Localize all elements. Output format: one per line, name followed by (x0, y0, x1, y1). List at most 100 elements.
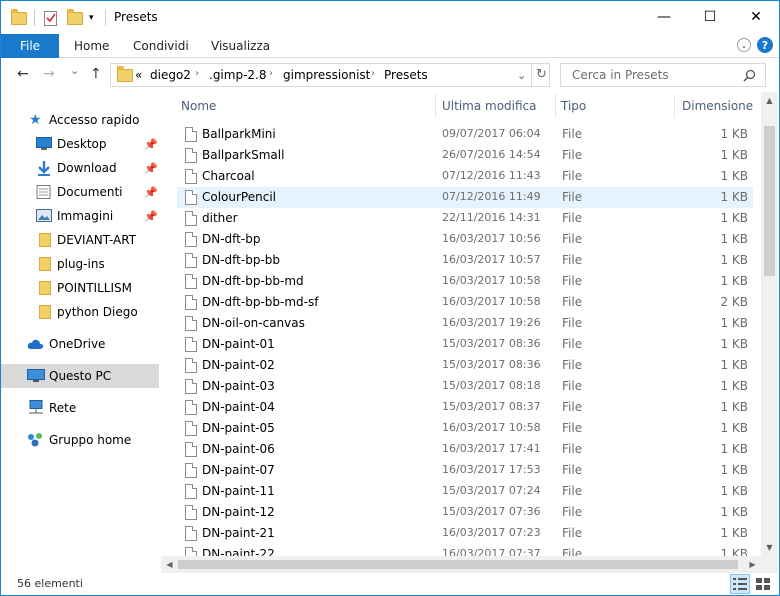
sidebar-item-pointillism[interactable]: POINTILLISM (1, 276, 159, 300)
file-size: 1 KB (720, 421, 748, 435)
address-dropdown-icon[interactable]: ⌄ (517, 69, 526, 82)
breadcrumb-diego2[interactable]: diego2 (150, 68, 191, 82)
help-icon[interactable]: ? (757, 37, 773, 53)
scroll-right-icon[interactable]: ▶ (744, 556, 761, 573)
scroll-down-icon[interactable]: ▼ (761, 539, 778, 556)
address-folder-icon (117, 66, 133, 82)
column-header-size[interactable]: Dimensione (682, 99, 753, 113)
sidebar-item-documents[interactable]: Documenti 📌 (1, 180, 159, 204)
pin-icon[interactable]: 📌 (144, 210, 158, 223)
recent-locations-button[interactable]: ⌄ (70, 64, 79, 77)
file-size: 1 KB (720, 211, 748, 225)
file-size: 1 KB (720, 463, 748, 477)
search-box[interactable]: Cerca in Presets (560, 63, 766, 87)
file-icon (185, 169, 197, 184)
breadcrumb-separator-icon[interactable]: › (269, 68, 273, 79)
sidebar-item-python-diego[interactable]: python Diego (1, 300, 159, 324)
sidebar-label: Documenti (57, 185, 123, 199)
sidebar-item-network[interactable]: Rete (1, 396, 159, 420)
file-name: DN-dft-bp-bb-md (202, 274, 304, 288)
breadcrumb-separator-icon[interactable]: › (371, 68, 375, 79)
file-row[interactable]: Charcoal 07/12/2016 11:43 File 1 KB (177, 166, 753, 187)
file-row[interactable]: DN-oil-on-canvas 16/03/2017 19:26 File 1 KB (177, 313, 753, 334)
pin-icon[interactable]: 📌 (144, 186, 158, 199)
sidebar-item-onedrive[interactable]: OneDrive (1, 332, 159, 356)
address-bar[interactable]: « diego2 › .gimp-2.8 › gimpressionist › … (110, 63, 550, 87)
file-modified: 16/03/2017 10:58 (442, 421, 541, 434)
pin-icon[interactable]: 📌 (144, 162, 158, 175)
column-header-modified[interactable]: Ultima modifica (442, 99, 537, 113)
sidebar-item-deviant-art[interactable]: DEVIANT-ART (1, 228, 159, 252)
close-button[interactable]: ✕ (733, 1, 779, 33)
file-icon (185, 526, 197, 541)
file-row[interactable]: BallparkSmall 26/07/2016 14:54 File 1 KB (177, 145, 753, 166)
large-icons-view-button[interactable] (753, 574, 773, 594)
tab-view[interactable]: Visualizza (211, 39, 270, 53)
file-row[interactable]: DN-paint-21 16/03/2017 07:23 File 1 KB (177, 523, 753, 544)
tab-share[interactable]: Condividi (133, 39, 189, 53)
search-icon[interactable] (743, 69, 756, 82)
sidebar-item-pictures[interactable]: Immagini 📌 (1, 204, 159, 228)
column-header-type[interactable]: Tipo (561, 99, 586, 113)
sidebar-item-plug-ins[interactable]: plug-ins (1, 252, 159, 276)
breadcrumb-gimp[interactable]: .gimp-2.8 (209, 68, 267, 82)
refresh-icon[interactable]: ↻ (536, 67, 547, 82)
breadcrumb-presets[interactable]: Presets (384, 68, 428, 82)
sidebar-item-quick-access[interactable]: ★ Accesso rapido (1, 108, 159, 132)
scroll-left-icon[interactable]: ◀ (161, 556, 178, 573)
properties-icon[interactable] (44, 9, 58, 27)
horizontal-scroll-thumb[interactable] (178, 560, 738, 569)
vertical-scrollbar[interactable]: ▲ ▼ (761, 92, 778, 556)
file-row[interactable]: DN-paint-12 15/03/2017 07:36 File 1 KB (177, 502, 753, 523)
sidebar-label: Immagini (57, 209, 114, 223)
customize-toolbar-icon[interactable]: ▾ (89, 9, 94, 27)
forward-button[interactable]: → (43, 66, 55, 82)
file-row[interactable]: DN-dft-bp-bb-md-sf 16/03/2017 10:58 File 2 … (177, 292, 753, 313)
column-header-row: ^ Nome Ultima modifica Tipo Dimensione (161, 92, 761, 120)
file-row[interactable]: DN-dft-bp-bb 16/03/2017 10:57 File 1 KB (177, 250, 753, 271)
tab-file[interactable]: File (1, 34, 59, 58)
file-row[interactable]: DN-paint-02 15/03/2017 08:36 File 1 KB (177, 355, 753, 376)
file-row[interactable]: DN-paint-07 16/03/2017 17:53 File 1 KB (177, 460, 753, 481)
file-type: File (562, 295, 583, 309)
file-row[interactable]: BallparkMini 09/07/2017 06:04 File 1 KB (177, 124, 753, 145)
file-modified: 09/07/2017 06:04 (442, 127, 541, 140)
up-button[interactable]: ↑ (90, 66, 102, 82)
sidebar-item-download[interactable]: Download 📌 (1, 156, 159, 180)
details-view-button[interactable] (730, 574, 750, 594)
file-modified: 15/03/2017 08:36 (442, 337, 541, 350)
item-count: 56 elementi (17, 577, 83, 590)
sidebar-item-homegroup[interactable]: Gruppo home (1, 428, 159, 452)
file-row[interactable]: DN-dft-bp-bb-md 16/03/2017 10:58 File 1 KB (177, 271, 753, 292)
file-modified: 26/07/2016 14:54 (442, 148, 541, 161)
vertical-scroll-thumb[interactable] (764, 126, 775, 276)
file-row[interactable]: DN-paint-11 15/03/2017 07:24 File 1 KB (177, 481, 753, 502)
horizontal-scrollbar[interactable]: ◀ ▶ (161, 556, 761, 573)
tab-home[interactable]: Home (74, 39, 109, 53)
minimize-button[interactable]: — (641, 1, 687, 33)
file-row[interactable]: DN-paint-06 16/03/2017 17:41 File 1 KB (177, 439, 753, 460)
file-name: DN-paint-07 (202, 463, 275, 477)
search-input[interactable]: Cerca in Presets (572, 68, 669, 82)
expand-ribbon-icon[interactable]: ⌄ (737, 38, 751, 52)
sidebar-item-desktop[interactable]: Desktop 📌 (1, 132, 159, 156)
new-folder-icon[interactable] (67, 8, 83, 27)
breadcrumb-gimpressionist[interactable]: gimpressionist (283, 68, 370, 82)
maximize-button[interactable]: ☐ (687, 1, 733, 33)
pin-icon[interactable]: 📌 (144, 138, 158, 151)
file-row[interactable]: DN-paint-22 16/03/2017 07:37 File 1 KB (177, 544, 753, 556)
scroll-up-icon[interactable]: ▲ (761, 92, 778, 109)
file-row[interactable]: DN-paint-01 15/03/2017 08:36 File 1 KB (177, 334, 753, 355)
back-button[interactable]: ← (17, 66, 29, 82)
file-row[interactable]: DN-paint-03 15/03/2017 08:18 File 1 KB (177, 376, 753, 397)
breadcrumb-separator-icon[interactable]: › (195, 68, 199, 79)
sidebar-item-this-pc[interactable]: Questo PC (1, 364, 159, 388)
file-row[interactable]: DN-paint-05 16/03/2017 10:58 File 1 KB (177, 418, 753, 439)
file-icon (185, 484, 197, 499)
file-row[interactable]: dither 22/11/2016 14:31 File 1 KB (177, 208, 753, 229)
breadcrumb-overflow[interactable]: « (135, 68, 142, 82)
file-row[interactable]: ColourPencil 07/12/2016 11:49 File 1 KB (177, 187, 753, 208)
file-row[interactable]: DN-paint-04 15/03/2017 08:37 File 1 KB (177, 397, 753, 418)
file-row[interactable]: DN-dft-bp 16/03/2017 10:56 File 1 KB (177, 229, 753, 250)
column-header-name[interactable]: Nome (181, 99, 216, 113)
